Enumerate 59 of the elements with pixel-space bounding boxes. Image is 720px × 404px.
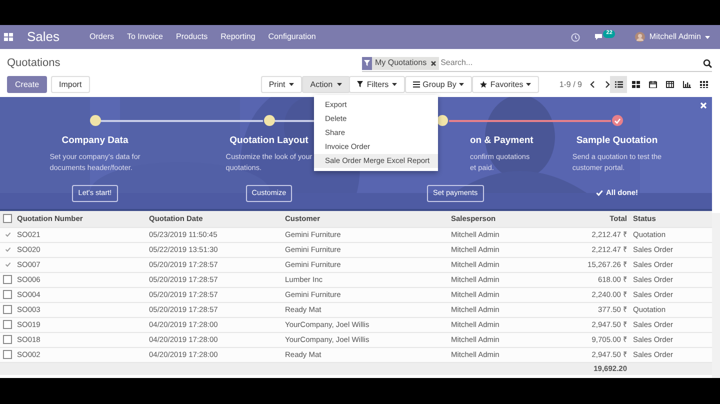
app-title: Sales [27,28,60,46]
dropdown-button[interactable]: Print [260,76,302,93]
nav-menu-item[interactable]: Reporting [220,31,256,43]
filter-icon [364,60,370,66]
filter-facet: My Quotations [374,57,428,69]
chat-icon[interactable] [594,33,604,41]
caret-icon [526,83,532,86]
bar-chart-icon [682,81,690,88]
clock-icon[interactable] [571,32,580,42]
nav-menu-item[interactable]: To Invoice [126,31,164,43]
import-button[interactable]: Import [51,76,90,93]
row-checkbox[interactable] [3,275,12,284]
grid-view-icon [700,81,708,88]
view-switch-button[interactable] [610,76,627,93]
row-checkbox[interactable] [3,335,12,344]
pager-value: 1-9 / 9 [559,78,582,90]
scrollbar[interactable] [712,213,720,378]
row-checkbox[interactable] [3,290,12,299]
dropdown-button[interactable]: Action [302,76,350,93]
checkmark-icon[interactable] [5,262,11,267]
close-icon[interactable] [430,60,437,66]
star-icon [480,81,488,88]
checkmark-icon[interactable] [5,247,11,252]
chevron-right-icon[interactable] [605,81,610,88]
breadcrumb[interactable]: Quotations [7,55,60,72]
search-icon[interactable] [703,58,712,68]
caret-icon [459,83,464,86]
avatar-icon [635,32,646,42]
list-view-icon [614,81,622,88]
checkmark-icon[interactable] [5,232,11,237]
kanban-view-icon [632,81,640,88]
step-title: Quotation Layout [230,134,308,148]
caret-icon [392,83,397,86]
dropdown-button[interactable]: Group By [404,76,472,93]
row-checkbox[interactable] [3,350,12,359]
check-icon [596,190,603,196]
step-title: Sample Quotation [576,134,658,148]
search-field[interactable]: Search... [438,57,703,69]
caret-icon [336,83,342,86]
row-checkbox[interactable] [3,305,12,314]
step-title: Company Data [62,134,128,148]
select-all-checkbox[interactable] [3,214,12,224]
dropdown-button[interactable]: Filters [348,76,405,93]
chevron-left-icon[interactable] [590,81,595,88]
table-view-icon [666,81,674,88]
apps-menu-icon[interactable] [4,33,13,41]
calendar-view-icon [648,81,656,88]
row-checkbox[interactable] [3,320,12,329]
filter-icon [356,81,364,88]
nav-menu-item[interactable]: Configuration [268,31,316,43]
user-name[interactable]: Mitchell Admin [649,31,701,43]
caret-icon [289,83,294,86]
nav-menu-item[interactable]: Orders [90,31,114,43]
dropdown-button[interactable]: Favorites [472,76,540,93]
create-button[interactable]: Create [7,76,48,93]
caret-icon [705,36,710,38]
list-icon [412,81,420,88]
nav-menu-item[interactable]: Products [176,31,208,43]
step-title: on & Payment [470,134,534,148]
